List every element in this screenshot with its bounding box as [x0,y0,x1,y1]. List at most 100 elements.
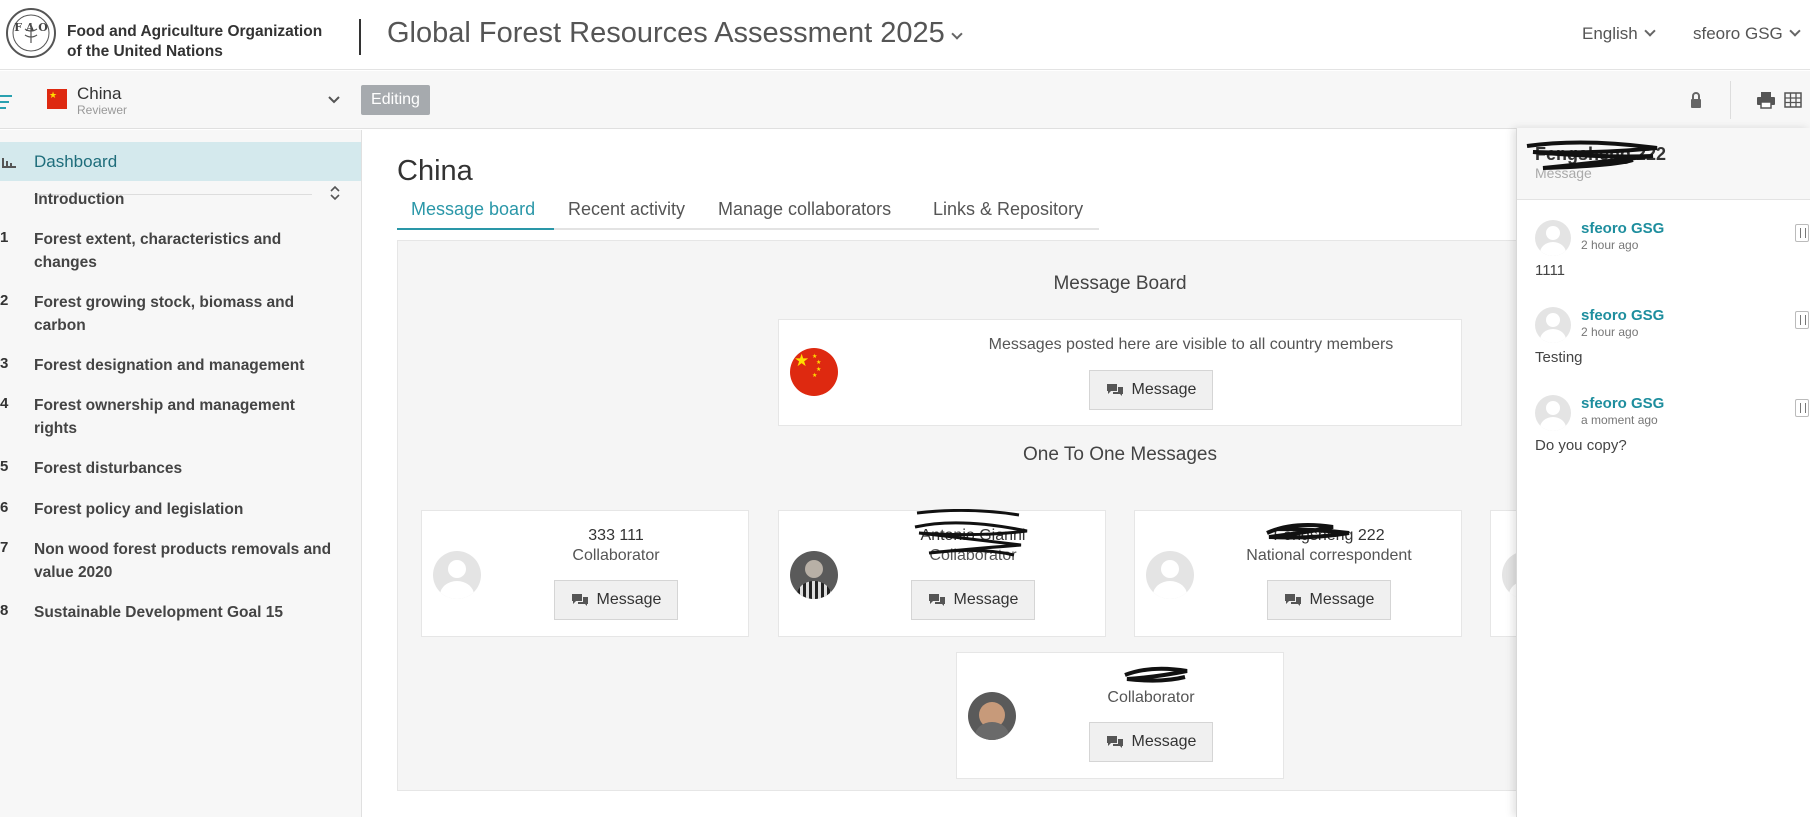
avatar [1535,395,1571,431]
collaborator-name: 333 111 [588,527,644,544]
message-text: 1111 [1535,262,1566,279]
message-panel-subtitle: Message [1535,165,1592,181]
delete-icon[interactable] [1795,224,1809,242]
china-flag-icon: ★ ★ ★ ★ ★ [790,348,838,396]
user-role: Reviewer [77,103,128,117]
message-time: a moment ago [1581,413,1658,427]
message-author[interactable]: sfeoro GSG [1581,220,1664,237]
message-text: Do you copy? [1535,437,1627,454]
section-number: 1 [0,229,9,246]
message-button-label: Message [1131,733,1197,750]
message-text: Testing [1535,349,1583,366]
chat-icon [1284,594,1301,606]
org-name-line2: of the United Nations [67,43,223,60]
message-button[interactable]: Message [911,580,1035,620]
message-time: 2 hour ago [1581,325,1639,339]
user-name: sfeoro GSG [1693,24,1783,43]
collaborator-card: 333 111 Collaborator Message [421,510,749,637]
sidebar-item-dashboard[interactable]: Dashboard [0,142,361,181]
chat-icon [928,594,945,606]
table-icon[interactable] [1784,92,1802,108]
chevron-down-icon [1644,25,1656,37]
sidebar-item-label: Forest extent, characteristics and chang… [34,231,282,271]
country-chevron-down-icon[interactable] [327,95,341,105]
delete-icon[interactable] [1795,311,1809,329]
section-number: 7 [0,539,9,556]
message-button-label: Message [596,591,662,608]
collaborator-card: Antonio Gianni Collaborator Message [778,509,1106,637]
collaborator-role: Collaborator [1107,689,1195,706]
sidebar-item-label: Forest disturbances [34,460,183,477]
avatar [1535,220,1571,256]
message-item: sfeoro GSG a moment ago Do you copy? [1517,395,1810,475]
tab-manage-collaborators[interactable]: Manage collaborators [718,190,891,230]
user-menu[interactable]: sfeoro GSG [1693,24,1801,44]
message-board-panel: Message Board ★ ★ ★ ★ ★ Messages posted … [397,240,1550,791]
collaborator-card: Fengsheng 222 National correspondent Mes… [1134,510,1462,637]
section-number: 5 [0,458,9,475]
lock-icon[interactable] [1688,90,1704,110]
message-button-label: Message [1309,591,1375,608]
header-divider [359,19,361,55]
collaborator-role: National correspondent [1246,547,1412,564]
bar-chart-icon [2,158,16,168]
message-panel-title: Fengsheng 222 [1535,144,1667,164]
sidebar-item-label: Sustainable Development Goal 15 [34,604,283,621]
language-selector[interactable]: English [1582,24,1656,44]
chat-icon [1106,384,1123,396]
message-author[interactable]: sfeoro GSG [1581,395,1664,412]
country-name[interactable]: China [77,84,121,104]
sidebar-item-label: Non wood forest products removals and va… [34,541,332,581]
section-number: 8 [0,602,9,619]
avatar [433,551,481,599]
delete-icon[interactable] [1795,399,1809,417]
org-name-line1: Food and Agriculture Organization [67,23,323,40]
sidebar-item-label: Forest growing stock, biomass and carbon [34,294,295,334]
chat-icon [571,594,588,606]
toolbar-divider [1730,81,1731,119]
redaction-scribble [1124,666,1188,683]
avatar [790,551,838,599]
sidebar-item-label: Dashboard [34,152,118,171]
app-title: Global Forest Resources Assessment 2025 [387,17,945,49]
print-icon[interactable] [1756,91,1776,109]
section-number: 4 [0,395,9,412]
collaborator-role: Collaborator [929,547,1017,564]
message-time: 2 hour ago [1581,238,1639,252]
china-flag-icon [47,89,67,109]
tab-message-board[interactable]: Message board [397,190,554,230]
avatar [968,692,1016,740]
collaborator-name: Fengsheng 222 [1273,527,1385,544]
section-number: 2 [0,292,9,309]
org-name: Food and Agriculture Organization of the… [67,22,327,62]
message-button[interactable]: Message [554,580,678,620]
message-button[interactable]: Message [1267,580,1391,620]
avatar [1146,551,1194,599]
tab-recent-activity[interactable]: Recent activity [568,190,685,230]
sidebar: Dashboard Introduction 1 Forest extent, … [0,130,362,817]
menu-toggle-icon[interactable] [0,95,12,113]
fao-logo-icon[interactable]: F A O [5,7,57,59]
top-header: F A O Food and Agriculture Organization … [0,0,1810,70]
message-board-heading: Message Board [1053,273,1187,294]
message-button-label: Message [1131,381,1197,398]
country-message-card: ★ ★ ★ ★ ★ Messages posted here are visib… [778,319,1462,426]
collaborator-card: Collaborator Message [956,652,1284,779]
message-button-label: Message [953,591,1019,608]
sidebar-item-label: Forest designation and management [34,357,305,374]
message-button[interactable]: Message [1089,370,1213,410]
one-to-one-heading: One To One Messages [1023,444,1217,465]
section-number: 3 [0,355,9,372]
message-panel: Fengsheng 222 Message sfeoro GSG 2 hour … [1516,128,1810,817]
chevron-down-icon [1789,25,1801,37]
assessment-selector[interactable]: Global Forest Resources Assessment 2025 [387,17,963,50]
avatar [1535,307,1571,343]
tab-links-repository[interactable]: Links & Repository [933,190,1083,230]
editing-button[interactable]: Editing [361,85,430,115]
message-button[interactable]: Message [1089,722,1213,762]
country-toolbar: China Reviewer Editing [0,71,1810,129]
sidebar-item-label: Introduction [34,191,125,208]
message-author[interactable]: sfeoro GSG [1581,307,1664,324]
message-board-description: Messages posted here are visible to all … [988,336,1394,353]
message-panel-header: Fengsheng 222 Message [1517,128,1810,200]
